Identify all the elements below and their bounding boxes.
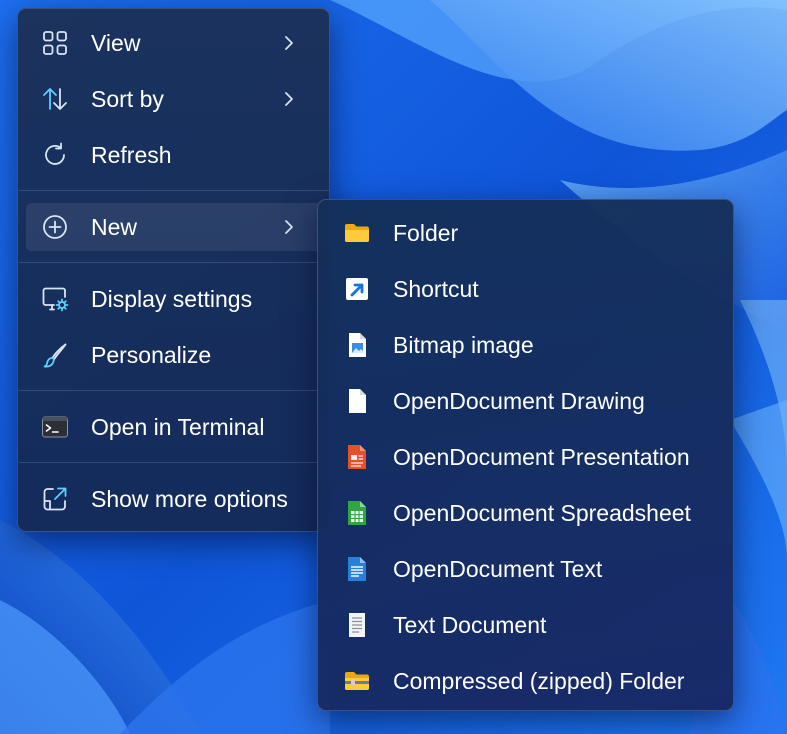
submenu-item-label: Bitmap image — [393, 332, 534, 358]
menu-item-view[interactable]: View — [26, 19, 321, 67]
menu-item-show-more-options[interactable]: Show more options — [26, 475, 321, 523]
odp-presentation-icon — [343, 443, 371, 471]
menu-item-label: Personalize — [91, 342, 212, 368]
submenu-item-shortcut[interactable]: Shortcut — [326, 265, 725, 313]
menu-item-label: New — [91, 214, 138, 240]
odt-text-icon — [343, 555, 371, 583]
display-settings-icon — [41, 285, 69, 313]
desktop-context-menu: View Sort by Refresh New Display setting… — [17, 8, 330, 532]
menu-item-sort-by[interactable]: Sort by — [26, 75, 321, 123]
menu-item-label: Display settings — [91, 286, 253, 312]
zip-folder-icon — [343, 667, 371, 695]
brush-icon — [41, 341, 69, 369]
bitmap-image-icon — [343, 331, 371, 359]
menu-separator — [19, 262, 329, 263]
chevron-right-icon — [279, 89, 299, 109]
menu-item-label: Open in Terminal — [91, 414, 265, 440]
plus-circle-icon — [41, 213, 69, 241]
menu-item-label: Sort by — [91, 86, 164, 112]
submenu-item-opendocument-text[interactable]: OpenDocument Text — [326, 545, 725, 593]
submenu-item-label: Folder — [393, 220, 459, 246]
chevron-right-icon — [279, 217, 299, 237]
submenu-item-label: OpenDocument Drawing — [393, 388, 645, 414]
submenu-item-opendocument-drawing[interactable]: OpenDocument Drawing — [326, 377, 725, 425]
grid-view-icon — [41, 29, 69, 57]
submenu-item-label: OpenDocument Spreadsheet — [393, 500, 691, 526]
menu-item-new[interactable]: New — [26, 203, 321, 251]
menu-separator — [19, 390, 329, 391]
menu-item-open-in-terminal[interactable]: Open in Terminal — [26, 403, 321, 451]
odg-document-icon — [343, 387, 371, 415]
menu-item-label: Show more options — [91, 486, 288, 512]
menu-item-refresh[interactable]: Refresh — [26, 131, 321, 179]
refresh-icon — [41, 141, 69, 169]
menu-separator — [19, 190, 329, 191]
submenu-item-compressed-zipped-folder[interactable]: Compressed (zipped) Folder — [326, 657, 725, 705]
submenu-item-label: OpenDocument Presentation — [393, 444, 690, 470]
menu-item-label: View — [91, 30, 141, 56]
menu-item-display-settings[interactable]: Display settings — [26, 275, 321, 323]
chevron-right-icon — [279, 33, 299, 53]
ods-spreadsheet-icon — [343, 499, 371, 527]
menu-item-personalize[interactable]: Personalize — [26, 331, 321, 379]
menu-item-label: Refresh — [91, 142, 172, 168]
submenu-item-label: Text Document — [393, 612, 547, 638]
submenu-item-bitmap-image[interactable]: Bitmap image — [326, 321, 725, 369]
new-submenu: Folder Shortcut Bitmap image OpenDocumen… — [317, 199, 734, 711]
open-external-icon — [41, 485, 69, 513]
terminal-icon — [41, 413, 69, 441]
submenu-item-opendocument-presentation[interactable]: OpenDocument Presentation — [326, 433, 725, 481]
sort-arrows-icon — [41, 85, 69, 113]
submenu-item-folder[interactable]: Folder — [326, 209, 725, 257]
menu-separator — [19, 462, 329, 463]
shortcut-icon — [343, 275, 371, 303]
text-document-icon — [343, 611, 371, 639]
folder-icon — [343, 219, 371, 247]
submenu-item-label: OpenDocument Text — [393, 556, 603, 582]
submenu-item-label: Compressed (zipped) Folder — [393, 668, 685, 694]
submenu-item-opendocument-spreadsheet[interactable]: OpenDocument Spreadsheet — [326, 489, 725, 537]
submenu-item-label: Shortcut — [393, 276, 479, 302]
submenu-item-text-document[interactable]: Text Document — [326, 601, 725, 649]
